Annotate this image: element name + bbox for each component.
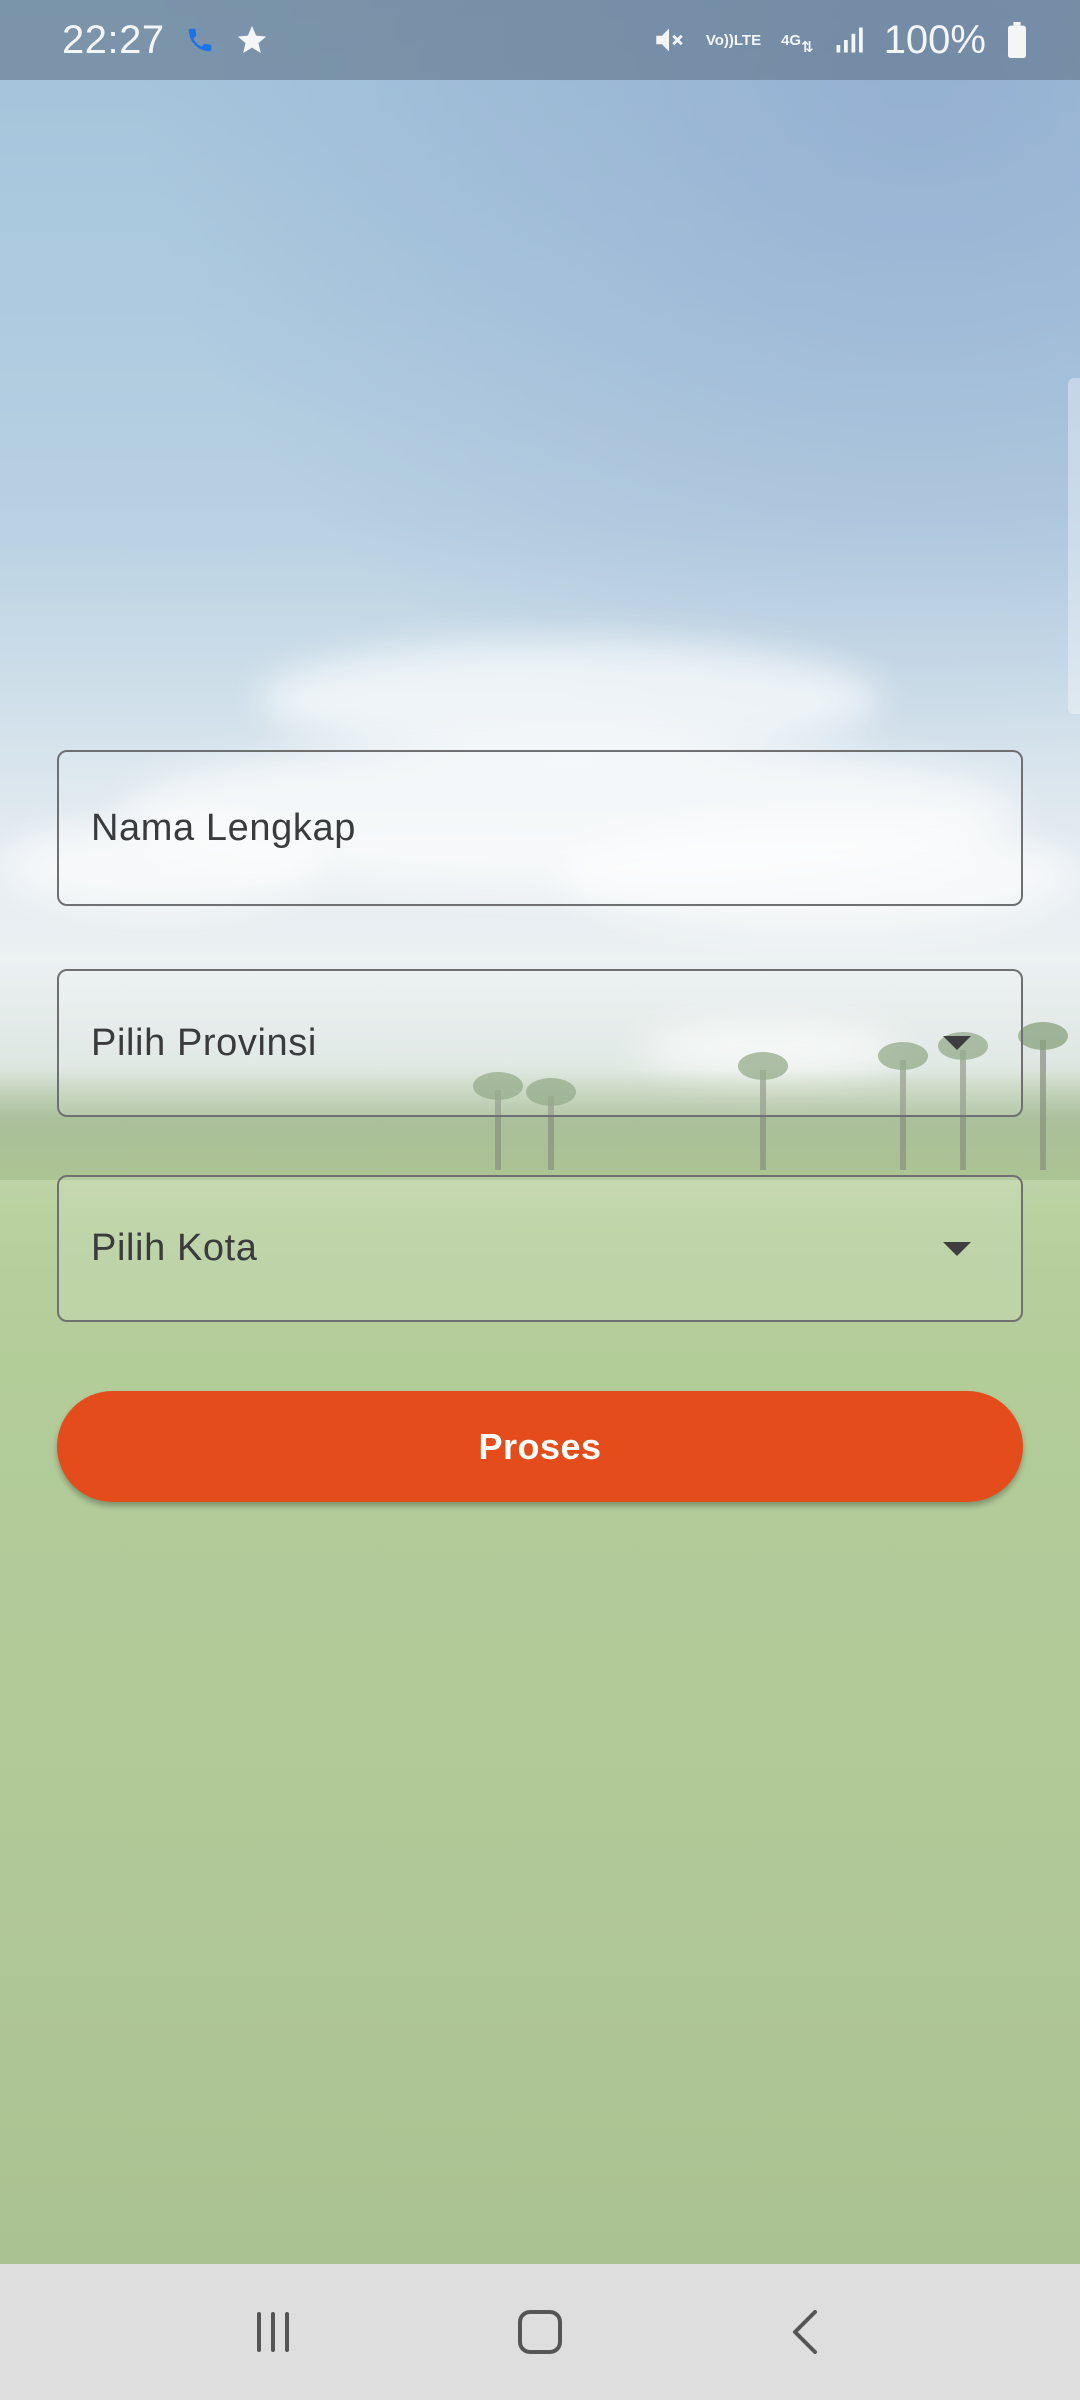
- mute-icon: [652, 23, 686, 57]
- province-select[interactable]: Pilih Provinsi: [57, 969, 1023, 1117]
- volte-top-text: Vo)): [705, 31, 734, 49]
- battery-percentage: 100%: [883, 17, 986, 62]
- chevron-down-icon: [943, 1036, 971, 1050]
- volte-bottom-text: LTE: [733, 31, 762, 49]
- full-name-placeholder: Nama Lengkap: [91, 806, 356, 849]
- volte-icon: Vo)) LTE: [706, 33, 761, 48]
- status-bar: 22:27 Vo)) LTE 4G ⇅ 100%: [0, 0, 1080, 80]
- network-type-text: 4G: [781, 31, 802, 49]
- province-placeholder: Pilih Provinsi: [91, 1021, 317, 1064]
- navigation-bar: [0, 2264, 1080, 2400]
- call-icon: [185, 25, 215, 55]
- city-select[interactable]: Pilih Kota: [57, 1175, 1023, 1322]
- recents-icon[interactable]: [213, 2272, 333, 2392]
- full-name-input[interactable]: Nama Lengkap: [57, 750, 1023, 906]
- battery-icon: [1006, 22, 1028, 58]
- signal-icon: [834, 25, 864, 55]
- clock: 22:27: [62, 17, 165, 62]
- scrollbar[interactable]: [1068, 378, 1080, 714]
- back-icon[interactable]: [747, 2272, 867, 2392]
- city-placeholder: Pilih Kota: [91, 1227, 258, 1269]
- data-4g-icon: 4G ⇅: [781, 31, 814, 56]
- chevron-down-icon: [943, 1241, 971, 1256]
- background-image: [0, 0, 1080, 2264]
- submit-button[interactable]: Proses: [57, 1391, 1023, 1502]
- star-icon: [235, 23, 269, 57]
- home-icon[interactable]: [480, 2272, 600, 2392]
